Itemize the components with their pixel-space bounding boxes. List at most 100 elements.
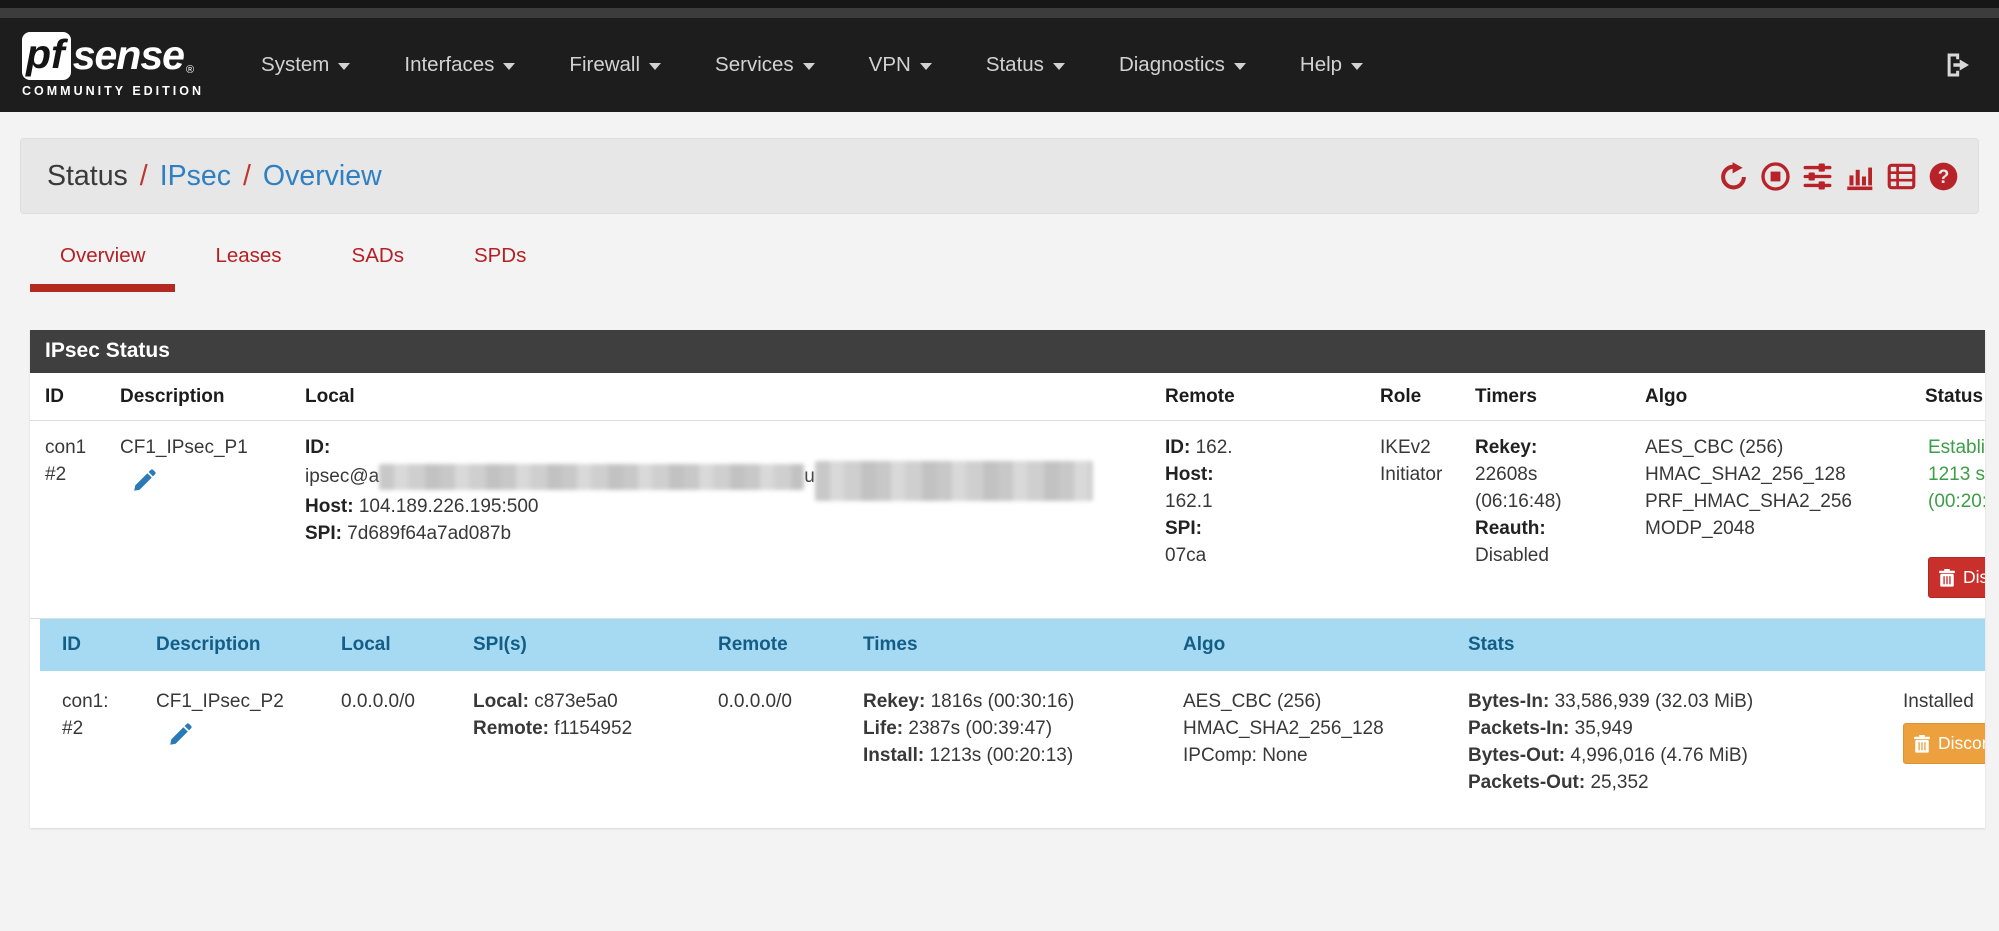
status-seconds: 1213 seconds (1928, 461, 1985, 488)
col-header-stats: Stats (1460, 631, 1895, 658)
trash-icon (1914, 735, 1930, 753)
breadcrumb-status: Status (47, 160, 128, 193)
col-header-description: Description (115, 386, 300, 408)
nav-item-services[interactable]: Services (688, 53, 842, 77)
logo-edition-text: COMMUNITY EDITION (22, 84, 204, 98)
redacted-blur (815, 461, 1093, 501)
nav-item-status[interactable]: Status (959, 53, 1092, 77)
col-header-times: Times (855, 631, 1175, 658)
algo-auth: HMAC_SHA2_256_128 (1183, 715, 1460, 742)
nav-item-diagnostics[interactable]: Diagnostics (1092, 53, 1273, 77)
packets-in: Packets-In: 35,949 (1468, 715, 1895, 742)
disconnect-button[interactable]: Disconnect (1903, 723, 1985, 764)
logout-icon[interactable] (1943, 50, 1973, 80)
cell-algo: AES_CBC (256) HMAC_SHA2_256_128 IPComp: … (1175, 688, 1460, 796)
algo-dh: MODP_2048 (1645, 515, 1920, 542)
redacted-blur (379, 464, 804, 490)
tab-overview[interactable]: Overview (30, 244, 175, 292)
cell-role: IKEv2 Initiator (1375, 434, 1470, 598)
rekey-label: Rekey: (1475, 434, 1640, 461)
chevron-down-icon (503, 63, 515, 70)
edit-icon[interactable] (168, 722, 193, 747)
remote-spi-label: SPI: (1165, 515, 1375, 542)
col-header-id: ID (40, 631, 148, 658)
nav-item-help[interactable]: Help (1273, 53, 1390, 77)
description-text: CF1_IPsec_P2 (156, 688, 333, 715)
chevron-down-icon (338, 63, 350, 70)
cell-id: con1 #2 (45, 434, 115, 598)
cell-remote: 0.0.0.0/0 (710, 688, 855, 796)
col-header-local: Local (333, 631, 465, 658)
local-id-value: ipsec@au (305, 461, 1160, 493)
breadcrumb-overview-link[interactable]: Overview (263, 160, 382, 193)
stop-circle-icon[interactable] (1761, 162, 1790, 191)
nav-item-system[interactable]: System (234, 53, 377, 77)
col-header-status: Status (1920, 386, 1985, 408)
tab-leases[interactable]: Leases (185, 244, 311, 292)
disconnect-label: Disconnect (1938, 730, 1985, 757)
tab-sads[interactable]: SADs (322, 244, 434, 292)
table-header-row: ID Description Local Remote Role Timers … (30, 373, 1985, 421)
conn-id: con1: (62, 688, 148, 715)
col-header-algo: Algo (1175, 631, 1460, 658)
chevron-down-icon (649, 63, 661, 70)
algo-ipcomp: IPComp: None (1183, 742, 1460, 769)
list-icon[interactable] (1887, 162, 1916, 191)
cell-description: CF1_IPsec_P1 (115, 434, 300, 598)
cell-status: Established 1213 seconds (00:20:13) ago … (1920, 434, 1985, 598)
algo-enc: AES_CBC (256) (1645, 434, 1920, 461)
child-sa-table: ID Description Local SPI(s) Remote Times… (40, 619, 1985, 812)
svg-text:?: ? (1938, 167, 1950, 188)
bytes-out: Bytes-Out: 4,996,016 (4.76 MiB) (1468, 742, 1895, 769)
logo-registered-mark: ® (186, 64, 194, 76)
nav-item-interfaces[interactable]: Interfaces (377, 53, 542, 77)
cell-id: con1: #2 (40, 688, 148, 796)
cell-description: CF1_IPsec_P2 (148, 688, 333, 796)
conn-num: #2 (62, 715, 148, 742)
nav-item-label: Status (986, 53, 1044, 77)
col-header-description: Description (148, 631, 333, 658)
trash-icon (1939, 569, 1955, 587)
top-strip-2 (0, 8, 1999, 18)
help-icon[interactable]: ? (1929, 162, 1958, 191)
disconnect-button[interactable]: Disconnect (1928, 557, 1985, 598)
nav-menu: System Interfaces Firewall Services VPN … (234, 53, 1390, 77)
nav-item-firewall[interactable]: Firewall (542, 53, 688, 77)
description-text: CF1_IPsec_P1 (120, 434, 300, 461)
cell-times: Rekey: 1816s (00:30:16) Life: 2387s (00:… (855, 688, 1175, 796)
nav-item-label: Interfaces (404, 53, 494, 77)
col-header-blank (1895, 631, 1985, 658)
redacted-box (1233, 437, 1393, 459)
cell-spis: Local: c873e5a0 Remote: f1154952 (465, 688, 710, 796)
remote-host-label: Host: (1165, 461, 1375, 488)
logo-sense-text: sense (73, 32, 184, 79)
breadcrumb-separator: / (243, 160, 251, 193)
bar-chart-icon[interactable] (1845, 162, 1874, 191)
col-header-timers: Timers (1470, 386, 1640, 408)
local-id-mid: u (804, 466, 815, 487)
status-established: Established (1928, 434, 1985, 461)
breadcrumb-ipsec-link[interactable]: IPsec (160, 160, 231, 193)
spi-remote: Remote: f1154952 (473, 715, 710, 742)
algo-enc: AES_CBC (256) (1183, 688, 1460, 715)
panel-title: IPsec Status (30, 330, 1985, 373)
rekey-time: (06:16:48) (1475, 488, 1640, 515)
nav-item-vpn[interactable]: VPN (842, 53, 959, 77)
sliders-icon[interactable] (1803, 162, 1832, 191)
refresh-icon[interactable] (1719, 162, 1748, 191)
edit-icon[interactable] (132, 468, 157, 493)
nav-item-label: Help (1300, 53, 1342, 77)
col-header-remote: Remote (710, 631, 855, 658)
pfsense-logo-row: pf sense ® (22, 32, 204, 79)
disconnect-label: Disconnect (1963, 564, 1985, 591)
chevron-down-icon (920, 63, 932, 70)
chevron-down-icon (1053, 63, 1065, 70)
cell-remote: ID: 162. Host: 162.1 SPI: 07ca (1160, 434, 1375, 598)
logo-pf-box: pf (22, 32, 71, 79)
pfsense-logo[interactable]: pf sense ® COMMUNITY EDITION (22, 32, 204, 97)
col-header-spis: SPI(s) (465, 631, 710, 658)
nav-item-label: VPN (869, 53, 911, 77)
tab-spds[interactable]: SPDs (444, 244, 556, 292)
status-time-ago: (00:20:13) ago (1928, 488, 1985, 515)
remote-id: ID: 162. (1165, 434, 1375, 461)
